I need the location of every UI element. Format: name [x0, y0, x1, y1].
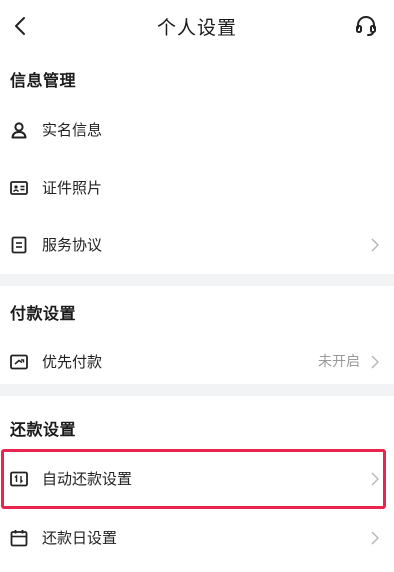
row-label: 证件照片 [42, 179, 103, 197]
user-icon [10, 121, 28, 139]
info-management-section: 信息管理 实名信息 证件照片 服务协议 [0, 56, 394, 274]
row-id-photo[interactable]: 证件照片 [0, 164, 394, 212]
chevron-right-icon [370, 471, 380, 487]
row-label: 实名信息 [42, 121, 103, 139]
document-icon [10, 236, 28, 254]
section-title: 信息管理 [10, 71, 77, 90]
row-label: 服务协议 [42, 236, 103, 254]
chevron-right-icon [370, 237, 380, 253]
auto-repay-icon [10, 470, 28, 488]
repayment-settings-section: 还款设置 自动还款设置 还款日设置 [0, 396, 394, 572]
row-label: 还款日设置 [42, 529, 118, 547]
section-title: 还款设置 [10, 420, 77, 439]
priority-payment-status: 未开启 [318, 354, 360, 370]
calendar-icon [10, 529, 28, 547]
row-priority-payment[interactable]: 优先付款 未开启 [0, 338, 394, 386]
settings-page: 个人设置 信息管理 实名信息 证件照片 服务协议 付款设置 优先付款 未开启 还… [0, 0, 394, 572]
row-real-name-info[interactable]: 实名信息 [0, 106, 394, 154]
row-repayment-day[interactable]: 还款日设置 [0, 514, 394, 562]
headset-icon [354, 14, 378, 42]
page-title: 个人设置 [156, 17, 237, 39]
section-title: 付款设置 [10, 304, 77, 323]
row-label: 自动还款设置 [42, 470, 133, 488]
customer-service-button[interactable] [352, 14, 380, 42]
payment-settings-section: 付款设置 优先付款 未开启 [0, 286, 394, 384]
chevron-right-icon [370, 354, 380, 370]
id-card-icon [10, 179, 28, 197]
row-auto-repayment[interactable]: 自动还款设置 [0, 455, 394, 503]
header-bar: 个人设置 [0, 0, 394, 56]
priority-pay-icon [10, 353, 28, 371]
chevron-right-icon [370, 530, 380, 546]
row-service-agreement[interactable]: 服务协议 [0, 221, 394, 269]
row-label: 优先付款 [42, 353, 103, 371]
